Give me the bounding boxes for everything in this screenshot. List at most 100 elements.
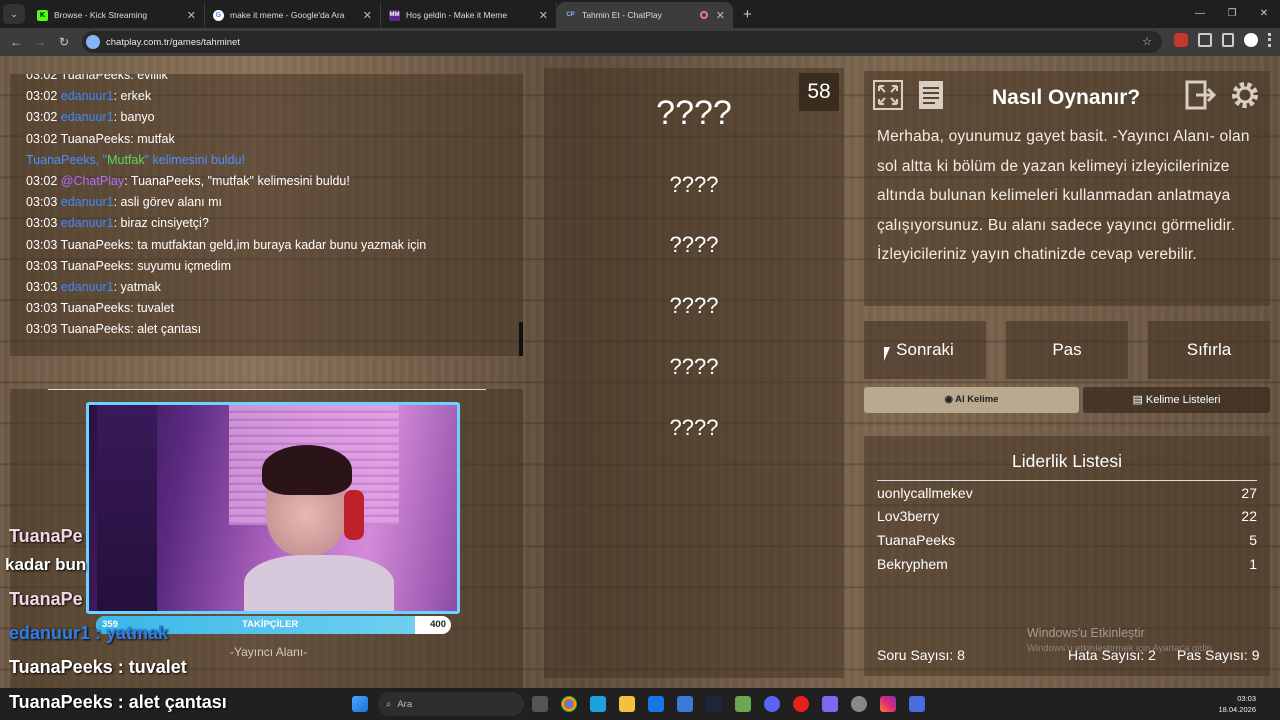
message-username[interactable]: edanuur1: [61, 89, 114, 103]
message-time: 03:03: [26, 195, 58, 210]
make-it-meme-icon: MM: [389, 9, 400, 21]
teams-icon[interactable]: [822, 696, 838, 712]
message-text: erkek: [120, 89, 152, 104]
youtube-icon[interactable]: [793, 696, 809, 712]
reset-button[interactable]: Sıfırla: [1148, 321, 1270, 379]
file-explorer-icon[interactable]: [619, 696, 635, 712]
tab-make-it-meme[interactable]: MM Hoş geldin - Make it Meme ✕: [381, 2, 557, 28]
tab-google[interactable]: G make it meme - Google'da Ara ✕: [205, 2, 381, 28]
app-icon[interactable]: [909, 696, 925, 712]
extension-icon[interactable]: [1174, 33, 1188, 47]
minecraft-icon[interactable]: [735, 696, 751, 712]
message-username[interactable]: TuanaPeeks: [61, 238, 131, 252]
close-icon[interactable]: ✕: [539, 9, 548, 22]
exit-icon[interactable]: [1184, 78, 1220, 114]
pass-button[interactable]: Pas: [1006, 321, 1128, 379]
puzzle-icon[interactable]: [1198, 33, 1212, 47]
chat-message: 03:02 TuanaPeeks: evlilik: [26, 74, 523, 86]
followers-goal: 400: [430, 619, 446, 630]
discord-icon[interactable]: [764, 696, 780, 712]
chat-scrollbar[interactable]: [519, 322, 523, 356]
player-name: TuanaPeeks: [877, 532, 956, 548]
message-username[interactable]: TuanaPeeks: [61, 301, 131, 315]
window-controls: — ❐ ✕: [1184, 0, 1280, 28]
leaderboard-row: uonlycallmekev 27: [877, 485, 1257, 501]
message-text: alet çantası: [137, 322, 202, 337]
message-username[interactable]: @ChatPlay: [61, 174, 124, 188]
activation-watermark-title: Windows'u Etkinleştir: [1027, 626, 1145, 640]
google-icon: G: [213, 9, 224, 21]
message-username[interactable]: TuanaPeeks: [61, 74, 131, 82]
message-username[interactable]: edanuur1: [61, 195, 114, 209]
chat-log[interactable]: 03:02 TuanaPeeks: evlilik 03:02 edanuur1:…: [10, 74, 523, 356]
message-username[interactable]: edanuur1: [61, 110, 114, 124]
system-message-suffix: " kelimesini buldu!: [144, 152, 245, 167]
menu-dots-icon[interactable]: [1268, 33, 1272, 47]
app-icon[interactable]: [851, 696, 867, 712]
url-field[interactable]: chatplay.com.tr/games/tahminet ☆: [82, 31, 1162, 53]
mail-icon[interactable]: [648, 696, 664, 712]
notes-icon[interactable]: [914, 78, 950, 114]
settings-gear-icon[interactable]: [1228, 78, 1264, 114]
message-username[interactable]: edanuur1: [61, 216, 114, 230]
overlay-chat-line: edanuur1 : yatmak: [9, 623, 169, 643]
close-window-icon[interactable]: ✕: [1248, 0, 1280, 28]
bookmark-star-icon[interactable]: ☆: [1142, 35, 1152, 48]
message-time: 03:02: [26, 110, 58, 125]
close-icon[interactable]: ✕: [716, 9, 725, 22]
close-icon[interactable]: ✕: [363, 9, 372, 22]
browser-tab-strip: ⌄ K Browse - Kick Streaming ✕ G make it …: [0, 0, 1280, 28]
leaderboard-row: Lov3berry 22: [877, 508, 1257, 524]
forward-icon[interactable]: →: [28, 35, 52, 49]
task-view-icon[interactable]: [532, 696, 548, 712]
message-colon: :: [113, 279, 121, 294]
chrome-icon[interactable]: [561, 696, 577, 712]
message-text: ta mutfaktan geld,im buraya kadar bunu y…: [137, 237, 427, 252]
reload-icon[interactable]: ↻: [52, 35, 76, 49]
start-icon[interactable]: [352, 696, 368, 712]
sidebar-icon[interactable]: [1222, 33, 1234, 47]
app-icon[interactable]: [590, 696, 606, 712]
instagram-icon[interactable]: [880, 696, 896, 712]
message-username[interactable]: TuanaPeeks: [61, 259, 131, 273]
tab-chatplay[interactable]: CP Tahmin Et - ChatPlay ✕: [557, 2, 733, 28]
tab-kick[interactable]: K Browse - Kick Streaming ✕: [29, 2, 205, 28]
clock-time: 03:03: [1237, 694, 1256, 703]
profile-avatar[interactable]: [1244, 33, 1258, 47]
ai-icon: ◉: [944, 394, 956, 405]
message-text: suyumu içmedim: [137, 258, 231, 273]
next-button[interactable]: Sonraki: [864, 321, 986, 379]
player-score: 5: [1249, 532, 1257, 548]
presenter-area-label: -Yayıncı Alanı-: [230, 645, 308, 659]
site-info-icon[interactable]: [86, 35, 100, 49]
maximize-icon[interactable]: ❐: [1216, 0, 1248, 28]
system-clock[interactable]: 03:03 18.04.2026: [1218, 693, 1256, 715]
back-icon[interactable]: ←: [4, 35, 28, 49]
chat-message: 03:03 TuanaPeeks: alet çantası: [26, 319, 523, 340]
message-username[interactable]: TuanaPeeks: [61, 132, 131, 146]
tab-label: make it meme - Google'da Ara: [230, 10, 345, 20]
chat-message: 03:03 TuanaPeeks: suyumu içmedim: [26, 256, 523, 277]
new-tab-button[interactable]: +: [743, 6, 752, 23]
chat-message: 03:03 TuanaPeeks: ta mutfaktan geld,im b…: [26, 235, 523, 256]
close-icon[interactable]: ✕: [187, 9, 196, 22]
message-username[interactable]: edanuur1: [61, 280, 114, 294]
tab-search-button[interactable]: ⌄: [3, 4, 25, 24]
ai-word-button[interactable]: ◉ Al Kelime: [864, 387, 1079, 413]
minimize-icon[interactable]: —: [1184, 0, 1216, 28]
round-timer: 58: [799, 73, 839, 111]
followers-label: TAKİPÇİLER: [242, 619, 299, 630]
how-to-play-text: Merhaba, oyunumuz gayet basit. -Yayıncı …: [877, 128, 1250, 263]
clock-date: 18.04.2026: [1218, 705, 1256, 714]
pass-count: Pas Sayısı: 9: [1177, 647, 1260, 663]
player-score: 27: [1241, 485, 1257, 501]
mouse-cursor: [884, 347, 896, 361]
fullscreen-icon[interactable]: [871, 78, 907, 114]
taskbar-search[interactable]: ⌕ Ara: [378, 692, 524, 716]
overlay-chat-line: TuanaPe: [9, 526, 83, 546]
word-lists-button[interactable]: ▤ Kelime Listeleri: [1083, 387, 1270, 413]
message-text: TuanaPeeks, "mutfak" kelimesini buldu!: [130, 173, 350, 188]
message-username[interactable]: TuanaPeeks: [61, 322, 131, 336]
steam-icon[interactable]: [706, 696, 722, 712]
outlook-icon[interactable]: [677, 696, 693, 712]
